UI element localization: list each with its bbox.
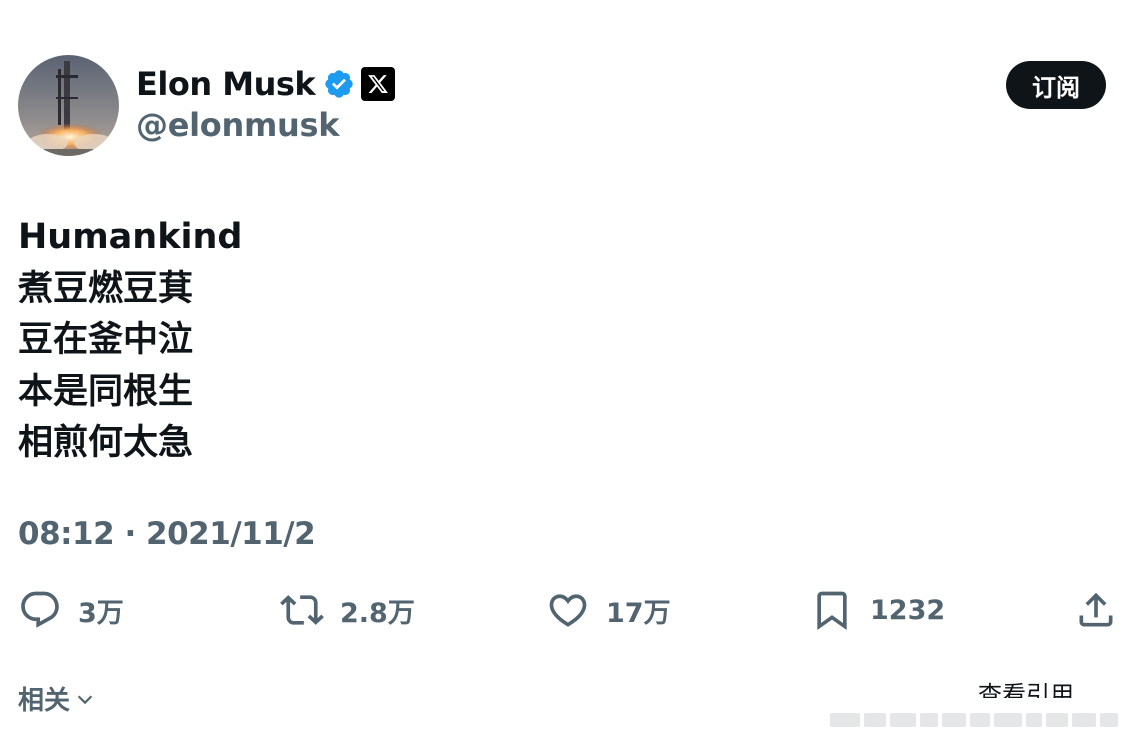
chevron-down-icon xyxy=(77,694,93,704)
like-count: 17万 xyxy=(606,597,671,629)
tweet-line: 本是同根生 xyxy=(18,371,194,412)
display-name[interactable]: Elon Musk xyxy=(136,65,316,103)
tweet-text: Humankind 煮豆燃豆萁 豆在釜中泣 本是同根生 相煎何太急 xyxy=(18,212,242,470)
bookmark-icon xyxy=(817,591,847,631)
tweet-timestamp[interactable]: 08:12 · 2021/11/2 xyxy=(18,516,316,552)
user-handle[interactable]: @elonmusk xyxy=(136,106,340,144)
like-button[interactable]: 17万 xyxy=(546,588,671,632)
reply-count: 3万 xyxy=(78,597,124,629)
author-name-row: Elon Musk xyxy=(136,64,396,104)
share-button[interactable] xyxy=(1074,588,1118,632)
bookmark-button[interactable]: 1232 xyxy=(810,588,945,632)
tweet-line: Humankind xyxy=(18,217,243,257)
tweet-line: 煮豆燃豆萁 xyxy=(18,268,194,309)
heart-icon xyxy=(549,594,587,627)
retweet-icon xyxy=(280,595,324,625)
watermark xyxy=(830,708,1130,732)
tweet-line: 豆在釜中泣 xyxy=(18,320,194,360)
retweet-count: 2.8万 xyxy=(340,597,415,629)
related-toggle[interactable]: 相关 xyxy=(18,680,96,717)
avatar[interactable] xyxy=(18,55,119,156)
view-quotes-link[interactable]: 查看引用 xyxy=(978,682,1108,698)
subscribe-button[interactable]: 订阅 xyxy=(1006,61,1106,109)
related-label: 相关 xyxy=(18,686,71,716)
x-logo-icon xyxy=(361,67,396,101)
verified-badge-icon[interactable] xyxy=(323,68,355,100)
reply-icon xyxy=(21,591,59,628)
tweet-line: 相煎何太急 xyxy=(18,423,194,463)
retweet-button[interactable]: 2.8万 xyxy=(280,588,415,632)
share-icon xyxy=(1079,592,1113,627)
bookmark-count: 1232 xyxy=(870,594,946,626)
reply-button[interactable]: 3万 xyxy=(18,588,124,632)
